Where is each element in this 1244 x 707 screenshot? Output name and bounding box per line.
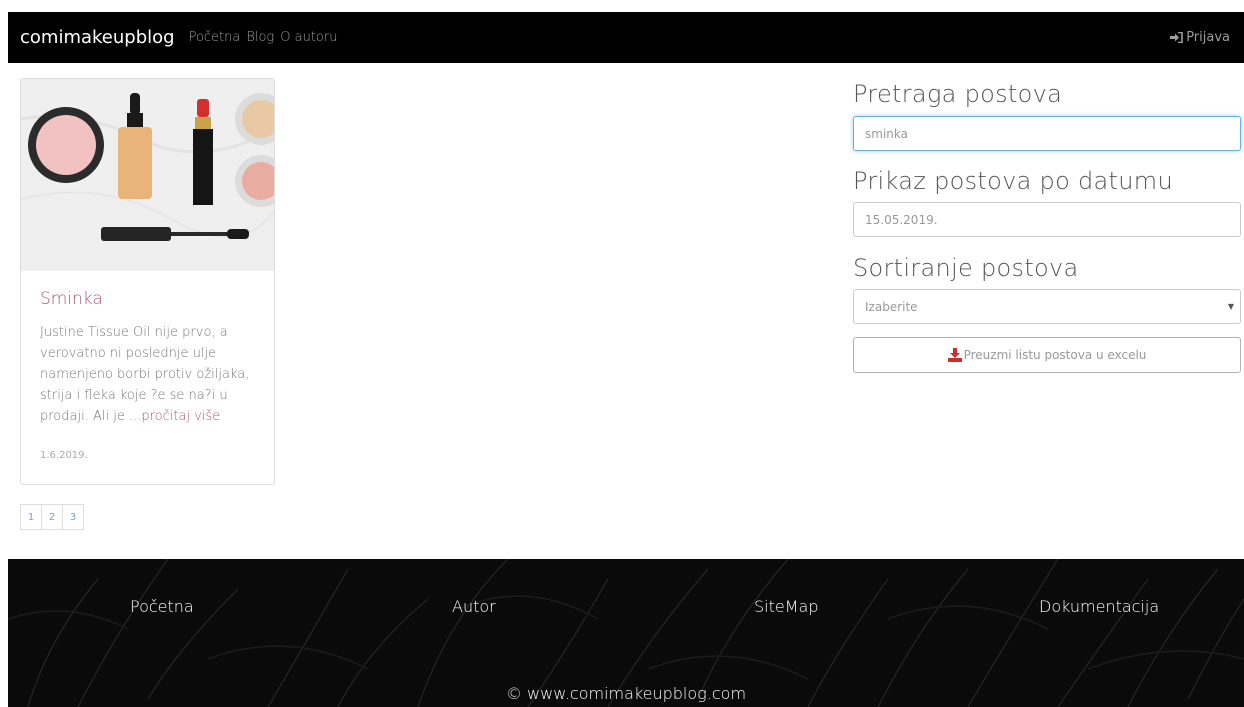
post-date: 1.6.2019. [40, 450, 88, 461]
nav-link-o-autoru[interactable]: O autoru [280, 30, 337, 45]
chevron-down-icon: ▼ [1227, 302, 1234, 311]
download-icon [947, 348, 962, 362]
copyright-text: © www.comimakeupblog.com [505, 684, 747, 703]
footer-link-pocetna[interactable]: Početna [130, 597, 194, 616]
post-excerpt: Justine Tissue Oil nije prvo, a verovatn… [40, 322, 262, 427]
sort-heading: Sortiranje postova [853, 254, 1079, 282]
login-link[interactable]: Prijava [1170, 30, 1230, 45]
navbar: comimakeupblog Početna Blog O autoru Pri… [8, 12, 1244, 63]
footer-link-autor[interactable]: Autor [452, 597, 496, 616]
footer-link-dokumentacija[interactable]: Dokumentacija [1039, 597, 1159, 616]
date-heading: Prikaz postova po datumu [853, 167, 1173, 195]
post-title[interactable]: Sminka [40, 289, 103, 309]
page-link-3[interactable]: 3 [62, 504, 84, 530]
date-input-placeholder: 15.05.2019. [865, 212, 938, 227]
makeup-products-image[interactable] [21, 79, 275, 271]
page-link-2[interactable]: 2 [41, 504, 63, 530]
sort-select-value: Izaberite [865, 299, 918, 314]
footer-link-sitemap[interactable]: SiteMap [754, 597, 818, 616]
read-more-link[interactable]: pročitaj više [141, 409, 220, 424]
post-card: Sminka Justine Tissue Oil nije prvo, a v… [20, 78, 275, 485]
search-input-value: sminka [865, 126, 908, 141]
brand-link[interactable]: comimakeupblog [20, 27, 175, 48]
sort-select[interactable]: Izaberite ▼ [853, 289, 1241, 324]
search-input[interactable]: sminka [853, 116, 1241, 151]
login-label: Prijava [1186, 30, 1230, 45]
search-heading: Pretraga postova [853, 80, 1063, 108]
footer: Početna Autor SiteMap Dokumentacija © ww… [8, 559, 1244, 707]
pagination: 1 2 3 [20, 504, 84, 530]
date-input[interactable]: 15.05.2019. [853, 202, 1241, 237]
nav-link-blog[interactable]: Blog [246, 30, 274, 45]
nav-link-pocetna[interactable]: Početna [189, 30, 241, 45]
sign-in-icon [1170, 32, 1183, 43]
export-label: Preuzmi listu postova u excelu [963, 348, 1147, 362]
page-link-1[interactable]: 1 [20, 504, 42, 530]
export-excel-button[interactable]: Preuzmi listu postova u excelu [853, 337, 1241, 373]
